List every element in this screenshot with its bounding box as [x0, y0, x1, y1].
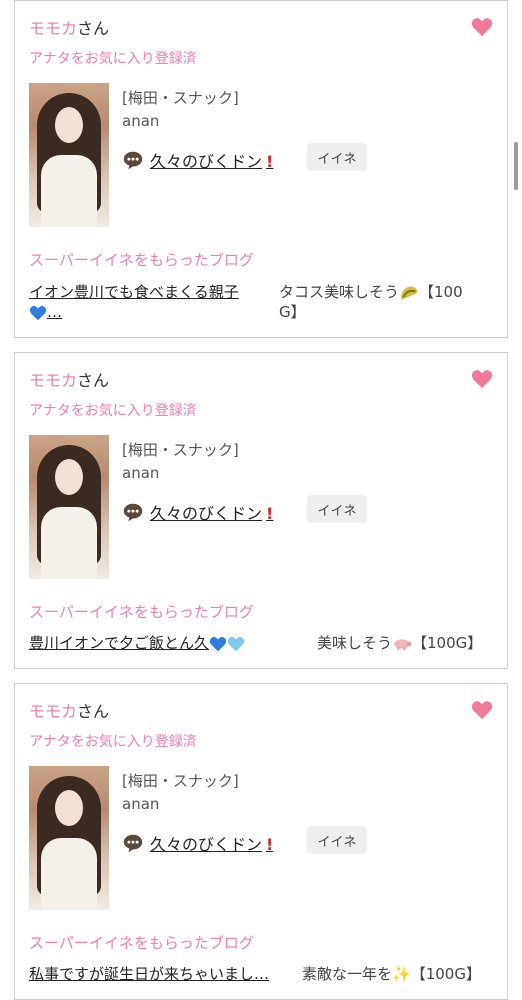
user-line: モモカさん	[29, 15, 109, 39]
shop-label: [梅田・スナック]	[122, 441, 239, 459]
message-row: 久々のびくドン!	[122, 147, 273, 173]
speech-bubble-icon	[123, 151, 143, 170]
favorite-status: アナタをお気に入り登録済	[29, 51, 197, 67]
user-line: モモカさん	[29, 698, 109, 722]
exclamation-icon: !	[266, 504, 274, 523]
blog-title-link[interactable]: イオン豊川でも食べまくる親子 …	[29, 282, 269, 322]
user-suffix: さん	[77, 19, 110, 38]
user-name[interactable]: モモカ	[29, 702, 77, 721]
sparkles-icon: ✨	[392, 965, 411, 983]
blog-title-line2: …	[47, 303, 62, 321]
blog-title-link[interactable]: 豊川イオンで夕ご飯とん久	[29, 633, 245, 653]
message-link[interactable]: 久々のびくドン!	[150, 148, 273, 172]
exclamation-icon: !	[266, 152, 274, 171]
blog-title-text: 私事ですが誕生日が来ちゃいまし…	[29, 965, 270, 983]
comment-text: 素敵な一年を✨【100G】	[302, 964, 481, 984]
message-text: 久々のびくドン	[150, 835, 263, 854]
shop-label: [梅田・スナック]	[122, 89, 239, 107]
heart-icon[interactable]	[471, 17, 493, 37]
message-text: 久々のびくドン	[150, 152, 263, 171]
pig-icon	[394, 638, 412, 650]
heart-icon[interactable]	[471, 369, 493, 389]
shop-label: [梅田・スナック]	[122, 772, 239, 790]
cast-photo[interactable]	[29, 766, 109, 910]
blue-heart-icon	[209, 636, 227, 651]
favorite-status: アナタをお気に入り登録済	[29, 734, 197, 750]
cast-photo[interactable]	[29, 83, 109, 227]
user-suffix: さん	[77, 371, 110, 390]
exclamation-icon: !	[266, 835, 274, 854]
message-link[interactable]: 久々のびくドン!	[150, 500, 273, 524]
taco-icon	[401, 286, 418, 299]
user-name[interactable]: モモカ	[29, 371, 77, 390]
user-name[interactable]: モモカ	[29, 19, 77, 38]
comment-body: 美味しそう	[317, 634, 393, 652]
blog-section-header: スーパーイイネをもらったブログ	[29, 251, 254, 269]
blog-title-line1: イオン豊川でも食べまくる親子	[29, 283, 239, 301]
blog-title-link[interactable]: 私事ですが誕生日が来ちゃいまし…	[29, 964, 269, 984]
comment-line2: G】	[279, 303, 306, 321]
blog-section-header: スーパーイイネをもらったブログ	[29, 603, 254, 621]
comment-points: 【100	[419, 283, 463, 301]
super-iine-card: モモカさん アナタをお気に入り登録済 [梅田・スナック] anan 久々のびくド…	[14, 683, 508, 1000]
comment-points: 【100G】	[410, 965, 481, 983]
super-iine-card: モモカさん アナタをお気に入り登録済 [梅田・スナック] anan 久々のびくド…	[14, 352, 508, 669]
scrollbar[interactable]	[514, 142, 518, 190]
favorite-status: アナタをお気に入り登録済	[29, 403, 197, 419]
speech-bubble-icon	[123, 503, 143, 522]
speech-bubble-icon	[123, 834, 143, 853]
cast-name[interactable]: anan	[122, 795, 159, 813]
message-text: 久々のびくドン	[150, 504, 263, 523]
iine-button[interactable]: イイネ	[307, 143, 367, 171]
user-line: モモカさん	[29, 367, 109, 391]
user-suffix: さん	[77, 702, 110, 721]
cast-photo[interactable]	[29, 435, 109, 579]
iine-button[interactable]: イイネ	[307, 495, 367, 523]
comment-body: 素敵な一年を	[302, 965, 393, 983]
cast-name[interactable]: anan	[122, 464, 159, 482]
light-blue-heart-icon	[227, 636, 245, 651]
message-row: 久々のびくドン!	[122, 499, 273, 525]
comment-text: 美味しそう 【100G】	[317, 633, 482, 653]
message-row: 久々のびくドン!	[122, 830, 273, 856]
heart-icon[interactable]	[471, 700, 493, 720]
blog-section-header: スーパーイイネをもらったブログ	[29, 934, 254, 952]
comment-line1: タコス美味しそう	[279, 283, 400, 301]
iine-button[interactable]: イイネ	[307, 826, 367, 854]
blog-title-text: 豊川イオンで夕ご飯とん久	[29, 634, 210, 652]
comment-text: タコス美味しそう 【100 G】	[279, 282, 489, 322]
cast-name[interactable]: anan	[122, 112, 159, 130]
message-link[interactable]: 久々のびくドン!	[150, 831, 273, 855]
blue-heart-icon	[29, 305, 47, 320]
comment-points: 【100G】	[412, 634, 483, 652]
super-iine-card: モモカさん アナタをお気に入り登録済 [梅田・スナック] anan 久々のびくド…	[14, 0, 508, 338]
